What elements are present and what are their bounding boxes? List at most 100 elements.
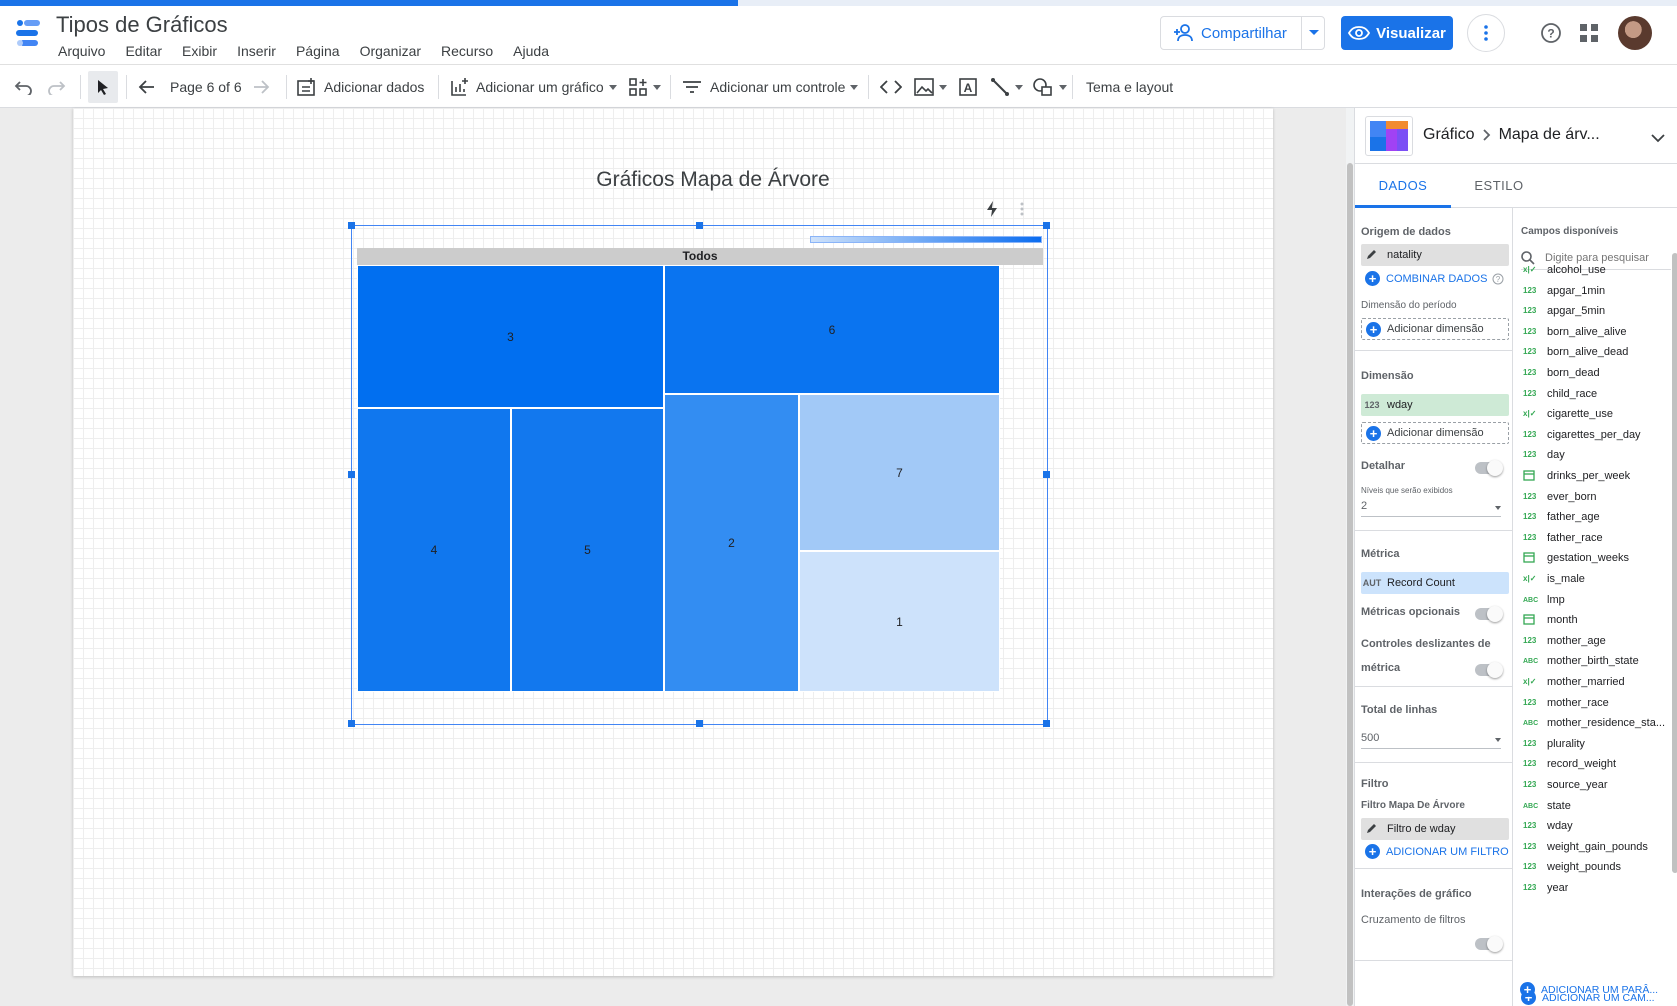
panel-scrollbar[interactable]	[1346, 108, 1354, 1006]
menu-ajuda[interactable]: Ajuda	[513, 43, 549, 59]
cross-filter-toggle[interactable]	[1475, 936, 1503, 952]
field-item[interactable]: 123 wday	[1517, 816, 1677, 836]
line-icon[interactable]	[990, 65, 1023, 109]
field-item[interactable]: ABC mother_residence_sta...	[1517, 713, 1677, 733]
prev-page-icon[interactable]	[138, 65, 156, 109]
select-tool-button[interactable]	[88, 71, 118, 103]
treemap-type-icon[interactable]	[1365, 116, 1413, 156]
lightning-icon[interactable]	[985, 200, 999, 223]
blend-data-link[interactable]: + COMBINAR DADOS ?	[1361, 271, 1504, 286]
resize-handle[interactable]	[348, 222, 355, 229]
next-page-icon[interactable]	[252, 65, 270, 109]
shape-icon[interactable]	[1032, 65, 1067, 109]
optional-metrics-toggle[interactable]	[1475, 606, 1503, 622]
treemap-tile[interactable]: 5	[511, 408, 664, 692]
field-item[interactable]: x|✓ alcohol_use	[1517, 260, 1677, 280]
text-box-icon[interactable]: A	[958, 65, 978, 109]
menu-organizar[interactable]: Organizar	[360, 43, 421, 59]
field-item[interactable]: ABC mother_birth_state	[1517, 651, 1677, 671]
breadcrumb-current[interactable]: Mapa de árv...	[1499, 126, 1600, 144]
add-data-button[interactable]: Adicionar dados	[296, 65, 424, 109]
field-item[interactable]: drinks_per_week	[1517, 466, 1677, 486]
chart-title[interactable]: Gráficos Mapa de Árvore	[73, 168, 1353, 192]
field-item[interactable]: 123 year	[1517, 878, 1677, 898]
menu-pagina[interactable]: Página	[296, 43, 340, 59]
resize-handle[interactable]	[1043, 222, 1050, 229]
add-period-dimension[interactable]: + Adicionar dimensão	[1361, 318, 1509, 340]
chevron-down-icon[interactable]	[1495, 738, 1501, 742]
field-item[interactable]: 123 child_race	[1517, 384, 1677, 404]
field-item[interactable]: 123 father_age	[1517, 507, 1677, 527]
treemap-tile[interactable]: 1	[799, 551, 1000, 692]
resize-handle[interactable]	[696, 720, 703, 727]
pencil-icon[interactable]	[1361, 248, 1383, 262]
treemap-root-header[interactable]: Todos	[357, 248, 1043, 265]
field-item[interactable]: 123 ever_born	[1517, 487, 1677, 507]
field-item[interactable]: 123 mother_race	[1517, 693, 1677, 713]
breadcrumb-root[interactable]: Gráfico	[1423, 126, 1475, 144]
field-item[interactable]: 123 father_race	[1517, 528, 1677, 548]
field-item[interactable]: 123 born_alive_dead	[1517, 342, 1677, 362]
field-item[interactable]: 123 plurality	[1517, 734, 1677, 754]
menu-exibir[interactable]: Exibir	[182, 43, 217, 59]
fields-scrollbar[interactable]	[1672, 253, 1677, 873]
field-item[interactable]: gestation_weeks	[1517, 548, 1677, 568]
embed-code-icon[interactable]	[880, 65, 902, 109]
menu-arquivo[interactable]: Arquivo	[58, 43, 105, 59]
field-item[interactable]: 123 cigarettes_per_day	[1517, 425, 1677, 445]
pencil-icon[interactable]	[1361, 822, 1383, 836]
add-filter-link[interactable]: + ADICIONAR UM FILTRO	[1361, 844, 1509, 859]
data-studio-logo[interactable]	[14, 18, 44, 50]
field-item[interactable]: 123 apgar_5min	[1517, 301, 1677, 321]
more-options-button[interactable]	[1467, 14, 1505, 52]
add-dimension-button[interactable]: + Adicionar dimensão	[1361, 422, 1509, 444]
share-button[interactable]: Compartilhar	[1160, 16, 1325, 50]
treemap-tile[interactable]: 2	[664, 394, 799, 692]
document-title[interactable]: Tipos de Gráficos	[56, 12, 228, 38]
dimension-chip[interactable]: 123 wday	[1361, 394, 1509, 416]
add-control-button[interactable]: Adicionar um controle	[682, 65, 859, 109]
menu-editar[interactable]: Editar	[125, 43, 162, 59]
field-item[interactable]: ABC lmp	[1517, 590, 1677, 610]
user-avatar[interactable]	[1618, 16, 1652, 50]
drilldown-toggle[interactable]	[1475, 460, 1503, 476]
menu-recurso[interactable]: Recurso	[441, 43, 493, 59]
treemap-tile[interactable]: 7	[799, 394, 1000, 551]
chevron-down-icon[interactable]	[1651, 130, 1665, 148]
add-chart-button[interactable]: Adicionar um gráfico	[450, 65, 617, 109]
view-button[interactable]: Visualizar	[1341, 16, 1453, 50]
image-icon[interactable]	[914, 65, 947, 109]
field-item[interactable]: 123 mother_age	[1517, 631, 1677, 651]
field-item[interactable]: 123 born_dead	[1517, 363, 1677, 383]
help-icon[interactable]: ?	[1540, 22, 1562, 49]
treemap-tile[interactable]: 4	[357, 408, 511, 692]
apps-grid-icon[interactable]	[1580, 24, 1598, 47]
chevron-down-icon[interactable]	[1495, 506, 1501, 510]
data-source-chip[interactable]: natality	[1361, 244, 1509, 266]
field-item[interactable]: 123 born_alive_alive	[1517, 322, 1677, 342]
resize-handle[interactable]	[1043, 720, 1050, 727]
filter-chip[interactable]: Filtro de wday	[1361, 818, 1509, 840]
treemap-tile[interactable]: 6	[664, 265, 1000, 394]
resize-handle[interactable]	[1043, 471, 1050, 478]
community-viz-button[interactable]	[628, 65, 661, 109]
field-item[interactable]: 123 weight_gain_pounds	[1517, 837, 1677, 857]
treemap-tile[interactable]: 3	[357, 265, 664, 408]
resize-handle[interactable]	[696, 222, 703, 229]
rows-select[interactable]: 500	[1361, 732, 1379, 744]
tab-estilo[interactable]: ESTILO	[1451, 164, 1547, 208]
field-item[interactable]: x|✓ cigarette_use	[1517, 404, 1677, 424]
redo-icon[interactable]	[46, 65, 66, 109]
resize-handle[interactable]	[348, 471, 355, 478]
page-indicator[interactable]: Page 6 of 6	[170, 65, 242, 109]
field-item[interactable]: 123 source_year	[1517, 775, 1677, 795]
help-icon[interactable]: ?	[1492, 273, 1504, 285]
field-item[interactable]: 123 apgar_1min	[1517, 281, 1677, 301]
metric-slider-toggle[interactable]	[1475, 662, 1503, 678]
field-item[interactable]: x|✓ is_male	[1517, 569, 1677, 589]
theme-layout-button[interactable]: Tema e layout	[1086, 65, 1173, 109]
field-item[interactable]: 123 record_weight	[1517, 754, 1677, 774]
add-parameter-link[interactable]: + ADICIONAR UM PARÂ...	[1516, 982, 1658, 997]
field-item[interactable]: x|✓ mother_married	[1517, 672, 1677, 692]
share-dropdown-icon[interactable]	[1309, 30, 1319, 35]
